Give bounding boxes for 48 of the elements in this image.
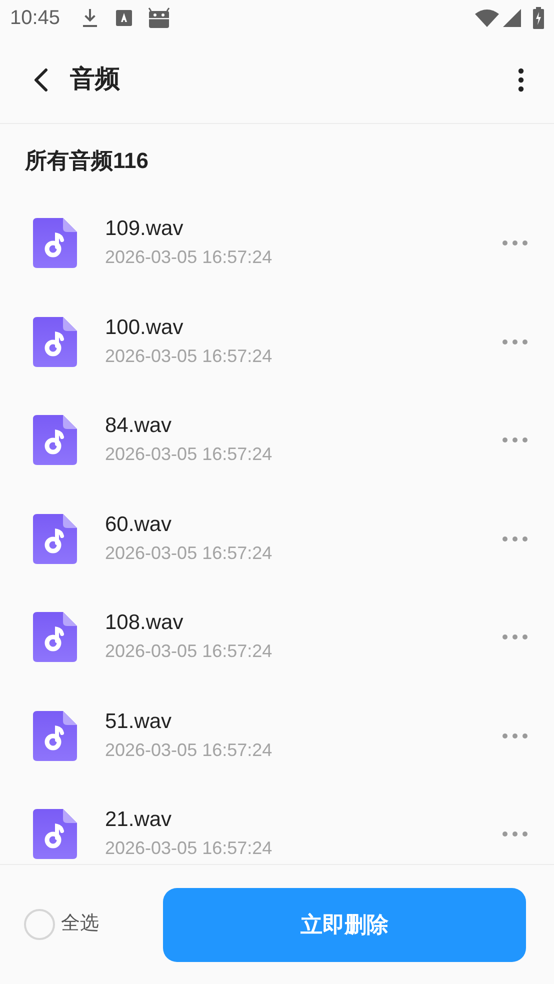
more-icon[interactable] bbox=[502, 437, 528, 444]
file-name: 100.wav bbox=[105, 314, 184, 341]
audio-file-icon bbox=[33, 710, 77, 761]
more-menu-icon[interactable] bbox=[518, 68, 524, 92]
file-date: 2026-03-05 16:57:24 bbox=[105, 837, 274, 860]
file-date: 2026-03-05 16:57:24 bbox=[105, 344, 274, 368]
file-date: 2026-03-05 16:57:24 bbox=[105, 640, 274, 664]
file-name: 21.wav bbox=[105, 807, 173, 834]
keyboard-icon bbox=[116, 9, 132, 27]
status-time: 10:45 bbox=[10, 6, 60, 31]
more-icon[interactable] bbox=[502, 732, 528, 739]
file-row[interactable]: 108.wav 2026-03-05 16:57:24 bbox=[0, 588, 554, 686]
page-title: 音频 bbox=[70, 64, 120, 95]
section-title: 所有音频116 bbox=[25, 148, 148, 173]
audio-file-icon bbox=[33, 514, 77, 564]
file-row[interactable]: 100.wav 2026-03-05 16:57:24 bbox=[0, 292, 554, 391]
file-date: 2026-03-05 16:57:24 bbox=[105, 542, 274, 565]
select-all-label: 全选 bbox=[61, 912, 99, 936]
file-date: 2026-03-05 16:57:24 bbox=[105, 246, 274, 270]
file-row[interactable]: 60.wav 2026-03-05 16:57:24 bbox=[0, 490, 554, 588]
file-row[interactable]: 21.wav 2026-03-05 16:57:24 bbox=[0, 785, 554, 864]
download-icon bbox=[82, 8, 98, 28]
signal-icon bbox=[503, 9, 521, 27]
more-icon[interactable] bbox=[502, 634, 528, 640]
audio-file-icon bbox=[33, 316, 77, 367]
audio-file-icon bbox=[33, 218, 77, 268]
file-date: 2026-03-05 16:57:24 bbox=[105, 443, 274, 466]
wifi-icon bbox=[475, 9, 499, 27]
file-date: 2026-03-05 16:57:24 bbox=[105, 738, 274, 762]
select-all-checkbox[interactable] bbox=[24, 909, 55, 940]
more-icon[interactable] bbox=[502, 831, 528, 838]
file-name: 51.wav bbox=[105, 708, 173, 735]
back-icon[interactable] bbox=[34, 68, 48, 92]
file-row[interactable]: 109.wav 2026-03-05 16:57:24 bbox=[0, 194, 554, 292]
file-name: 109.wav bbox=[105, 216, 184, 242]
file-name: 84.wav bbox=[105, 413, 173, 440]
battery-icon bbox=[533, 7, 544, 29]
audio-file-icon bbox=[33, 612, 77, 662]
audio-file-icon bbox=[33, 415, 77, 466]
file-name: 108.wav bbox=[105, 610, 184, 636]
more-icon[interactable] bbox=[502, 536, 528, 542]
file-name: 60.wav bbox=[105, 512, 173, 538]
file-row[interactable]: 51.wav 2026-03-05 16:57:24 bbox=[0, 686, 554, 785]
audio-file-icon bbox=[33, 809, 77, 860]
file-row[interactable]: 84.wav 2026-03-05 16:57:24 bbox=[0, 391, 554, 490]
more-icon[interactable] bbox=[502, 240, 528, 246]
robot-icon bbox=[148, 7, 170, 29]
more-icon[interactable] bbox=[502, 338, 528, 345]
